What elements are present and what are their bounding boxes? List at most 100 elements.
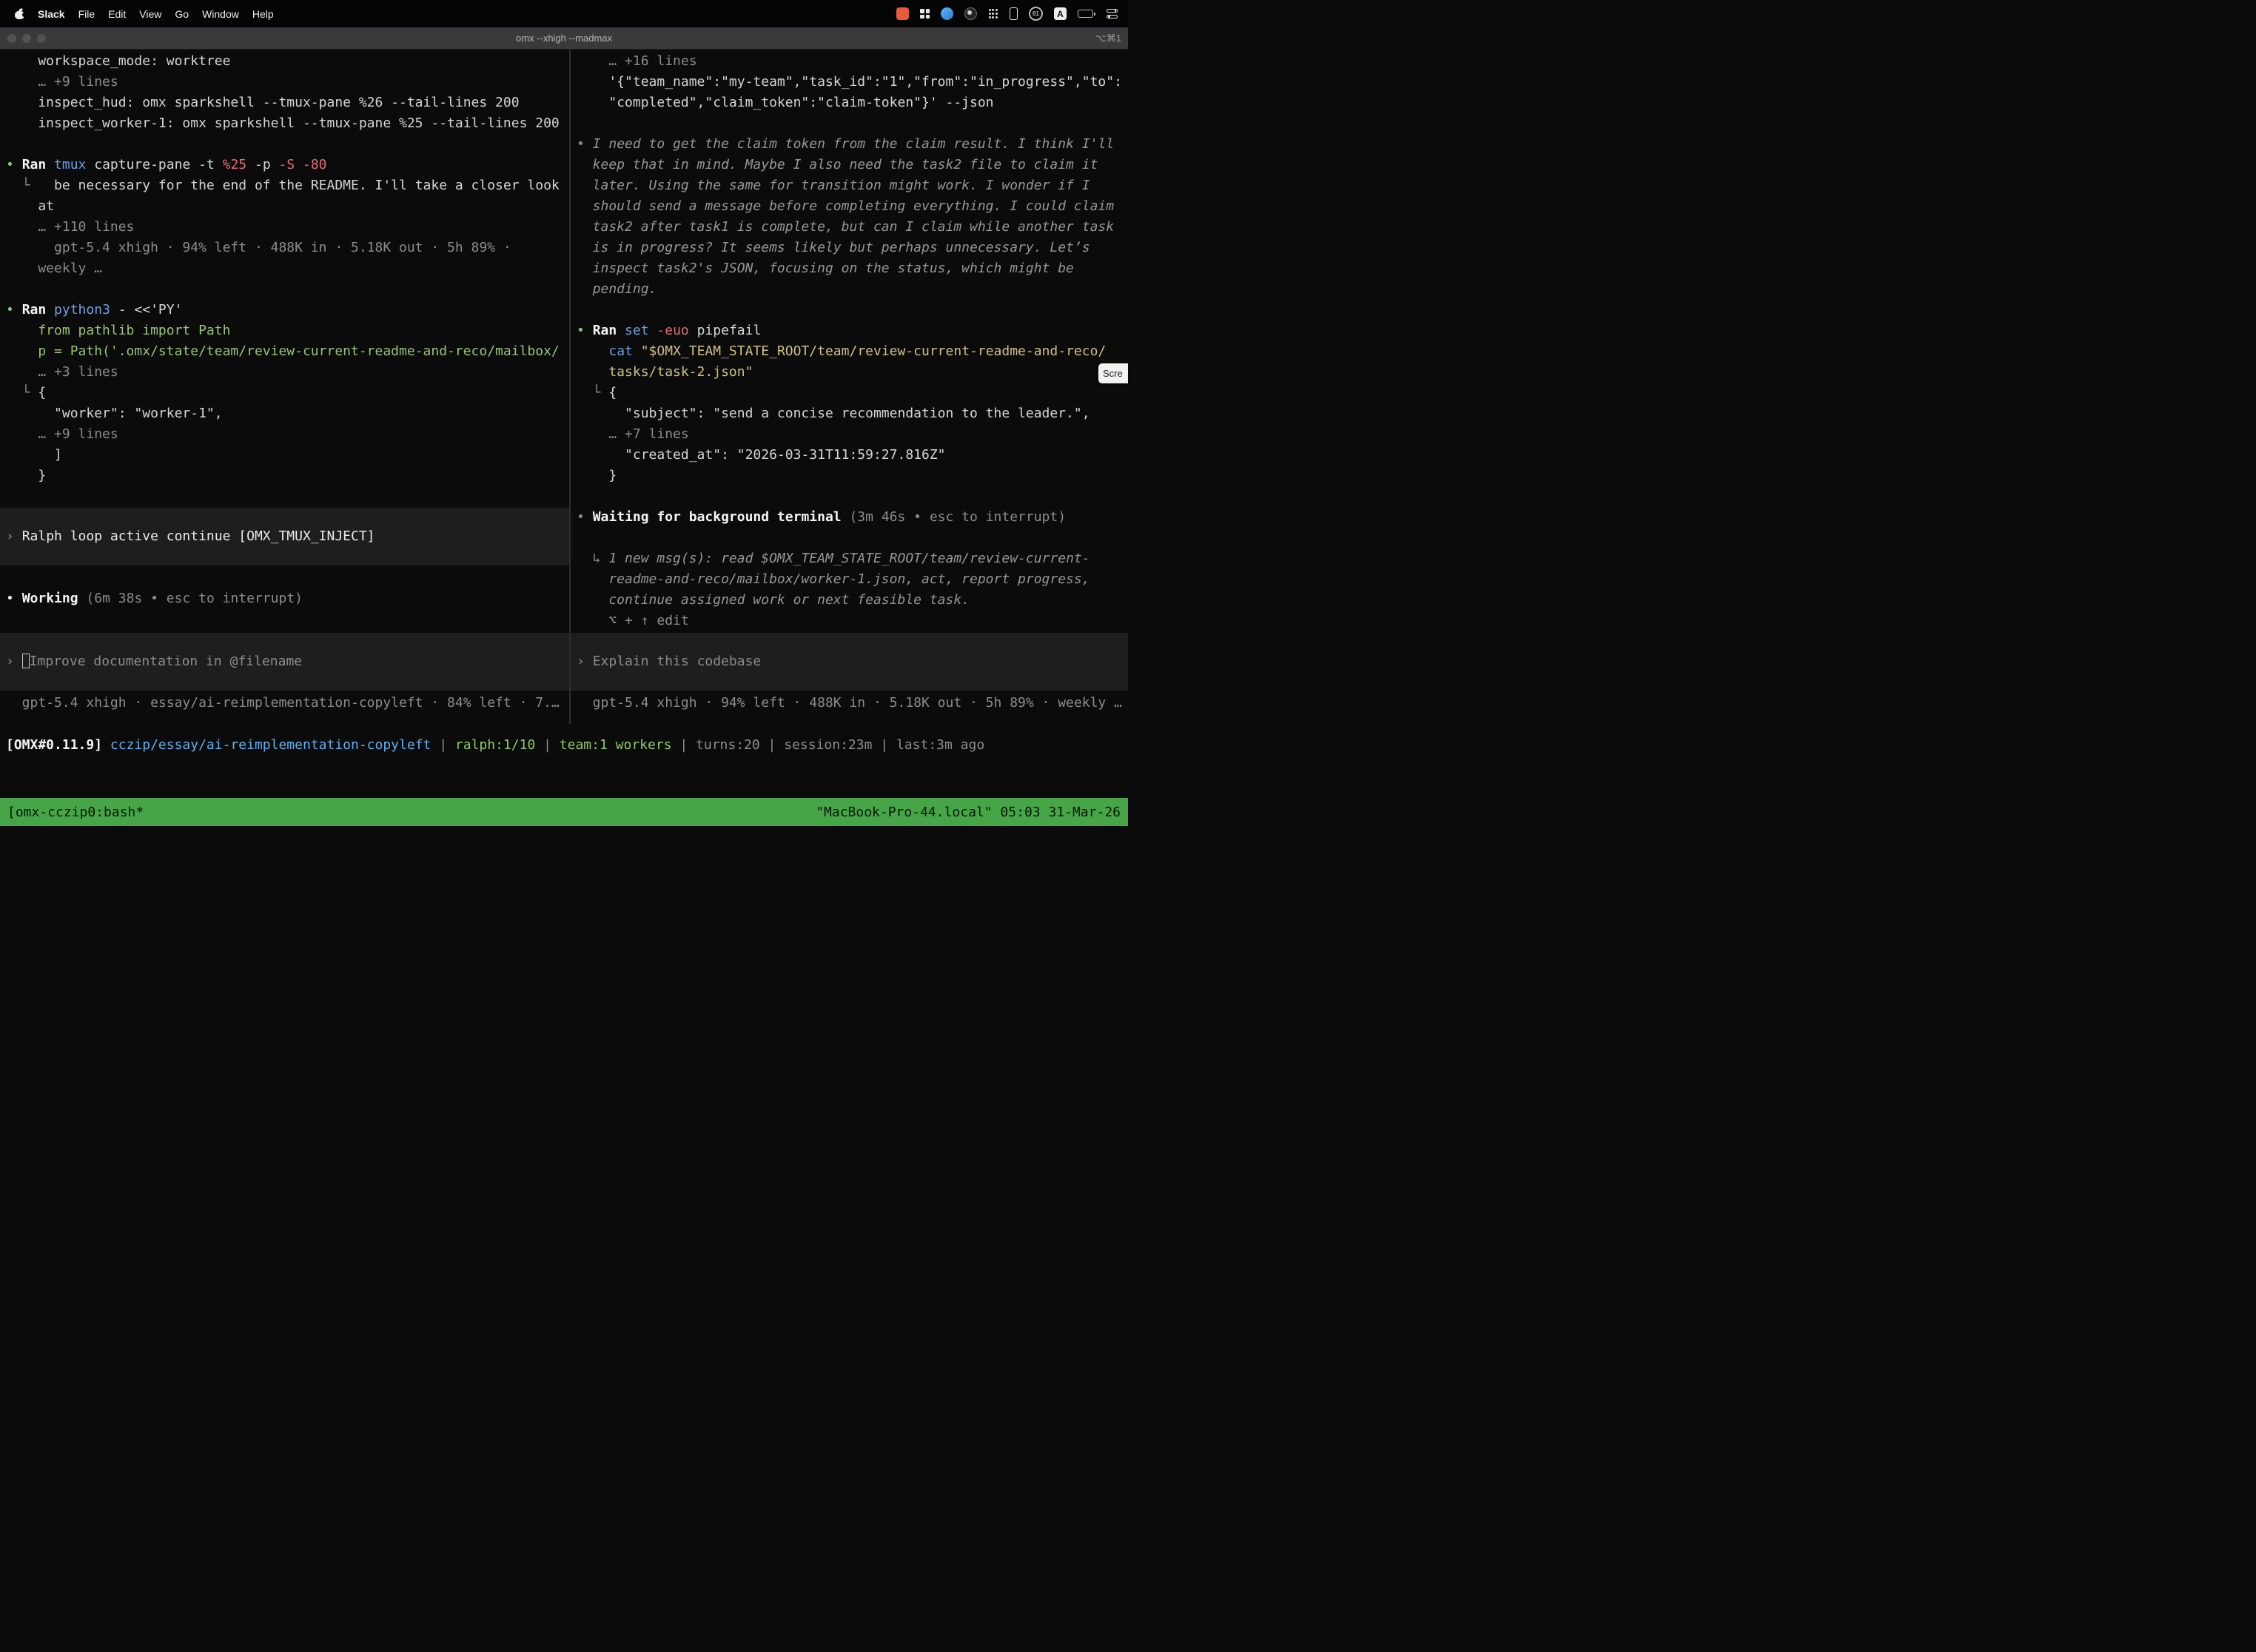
text-cursor (22, 654, 30, 668)
text-segment: continue assigned work or next feasible … (577, 592, 970, 608)
tmux-pane-right[interactable]: … +16 lines '{"team_name":"my-team","tas… (571, 50, 1128, 724)
text-segment: ralph:1/10 (455, 737, 535, 753)
tmux-pane-left[interactable]: workspace_mode: worktree … +9 lines insp… (0, 50, 569, 724)
text-segment: └ (6, 385, 38, 400)
text-segment: | (431, 737, 455, 753)
text-segment: gpt-5.4 xhigh · 94% left · 488K in · 5.1… (6, 240, 511, 255)
battery-icon[interactable] (1078, 10, 1095, 18)
text-segment: | (535, 737, 560, 753)
text-segment: set (625, 323, 657, 338)
text-segment: └ (6, 178, 54, 193)
window-titlebar[interactable]: omx --xhigh --madmax ⌥⌘1 (0, 27, 1128, 50)
model-status-line-right: gpt-5.4 xhigh · 94% left · 488K in · 5.1… (577, 693, 1128, 713)
text-segment: '{"team_name":"my-team","task_id":"1","f… (577, 74, 1122, 90)
zoom-button[interactable] (37, 34, 46, 43)
tiles-icon[interactable] (920, 9, 930, 19)
text-segment: … +3 lines (6, 364, 118, 380)
terminal-line: pending. (577, 279, 1128, 300)
composer-inject-box[interactable]: › Ralph loop active continue [OMX_TMUX_I… (0, 508, 569, 565)
dark-app-icon[interactable] (964, 7, 977, 20)
blue-app-icon[interactable] (941, 7, 953, 20)
battery-percent-badge[interactable]: 61 (1029, 7, 1043, 21)
text-segment: (6m 38s • esc to interrupt) (86, 591, 303, 606)
dots-grid-icon[interactable] (988, 9, 998, 19)
menu-go[interactable]: Go (175, 8, 189, 20)
text-segment: %25 (223, 157, 255, 172)
text-segment: … +7 lines (577, 426, 689, 442)
text-segment: } (577, 468, 617, 483)
blank-line (577, 528, 1128, 548)
prompt-chevron: › (6, 654, 22, 669)
prompt-chevron: › (6, 528, 22, 544)
text-segment: Working (22, 591, 87, 606)
menubar-status-icons: 61 A (896, 7, 1128, 21)
terminal-line: tasks/task-2.json" (577, 362, 1128, 383)
text-segment: "completed","claim_token":"claim-token"}… (577, 95, 994, 110)
text-segment: { (38, 385, 46, 400)
text-segment: later. Using the same for transition mig… (577, 178, 1090, 193)
iphone-mirroring-icon[interactable] (1010, 7, 1018, 20)
window-title: omx --xhigh --madmax (0, 33, 1128, 44)
menu-item-list: File Edit View Go Window Help (72, 8, 281, 20)
terminal-line: from pathlib import Path (6, 320, 569, 341)
terminal-line: inspect task2's JSON, focusing on the st… (577, 258, 1128, 279)
text-segment: 1 new msg(s): read $OMX_TEAM_STATE_ROOT/… (608, 551, 1090, 566)
terminal-line: ] (6, 445, 569, 466)
text-segment: | (672, 737, 696, 753)
terminal-line: p = Path('.omx/state/team/review-current… (6, 341, 569, 362)
text-segment: Ran (593, 323, 625, 338)
blank-line (6, 134, 569, 155)
menu-file[interactable]: File (78, 8, 95, 20)
close-button[interactable] (7, 34, 16, 43)
terminal-line: … +9 lines (6, 72, 569, 93)
text-segment: -p (255, 157, 279, 172)
text-segment: inspect task2's JSON, focusing on the st… (577, 261, 1074, 276)
terminal-line: inspect_hud: omx sparkshell --tmux-pane … (6, 93, 569, 113)
text-segment: cat (608, 343, 640, 359)
menu-edit[interactable]: Edit (108, 8, 126, 20)
blank-line (577, 113, 1128, 134)
text-segment: team:1 workers (560, 737, 672, 753)
text-segment: "worker": "worker-1", (6, 406, 223, 421)
blank-line (577, 486, 1128, 507)
text-segment: Ran (22, 157, 54, 172)
terminal-line: • Ran tmux capture-pane -t %25 -p -S -80 (6, 155, 569, 175)
text-segment: Waiting for background terminal (593, 509, 850, 525)
text-segment (577, 343, 608, 359)
minimize-button[interactable] (22, 34, 31, 43)
screenshot-thumbnail-popup[interactable]: Scre (1098, 363, 1128, 383)
terminal-line: • I need to get the claim token from the… (577, 134, 1128, 155)
terminal-line: workspace_mode: worktree (6, 51, 569, 72)
terminal-line: task2 after task1 is complete, but can I… (577, 217, 1128, 238)
terminal-line: "worker": "worker-1", (6, 403, 569, 424)
text-segment: readme-and-reco/mailbox/worker-1.json, a… (577, 571, 1090, 587)
control-center-icon[interactable] (1107, 9, 1118, 19)
text-segment: session:23m (784, 737, 872, 753)
terminal-line: } (577, 466, 1128, 486)
text-segment: • (6, 157, 22, 172)
text-segment: python3 (54, 302, 118, 318)
text-segment: is in progress? It seems likely but perh… (577, 240, 1090, 255)
text-segment: | (760, 737, 785, 753)
text-segment: • (6, 591, 22, 606)
text-segment: cczip/essay/ai-reimplementation-copyleft (110, 737, 431, 753)
record-indicator-icon[interactable] (896, 7, 909, 20)
terminal-line: • Ran python3 - <<'PY' (6, 300, 569, 320)
text-segment: | (872, 737, 896, 753)
composer-input-right[interactable]: › Explain this codebase (571, 633, 1128, 691)
composer-line: › Explain this codebase (577, 651, 761, 672)
text-segment: inspect_worker-1: omx sparkshell --tmux-… (6, 115, 560, 131)
menu-window[interactable]: Window (202, 8, 239, 20)
input-source-icon[interactable]: A (1054, 7, 1067, 20)
terminal-line: ↳ 1 new msg(s): read $OMX_TEAM_STATE_ROO… (577, 548, 1128, 569)
terminal-line: is in progress? It seems likely but perh… (577, 238, 1128, 258)
terminal-window: workspace_mode: worktree … +9 lines insp… (0, 50, 1128, 826)
menu-view[interactable]: View (139, 8, 161, 20)
menu-app-name[interactable]: Slack (38, 8, 65, 20)
text-segment: at (6, 198, 54, 214)
menu-help[interactable]: Help (252, 8, 274, 20)
composer-line: › Improve documentation in @filename (6, 651, 302, 672)
composer-input-left[interactable]: › Improve documentation in @filename (0, 633, 569, 691)
apple-menu-icon[interactable] (15, 9, 24, 19)
tmux-session-info: [omx-cczip0:bash* (7, 805, 144, 820)
